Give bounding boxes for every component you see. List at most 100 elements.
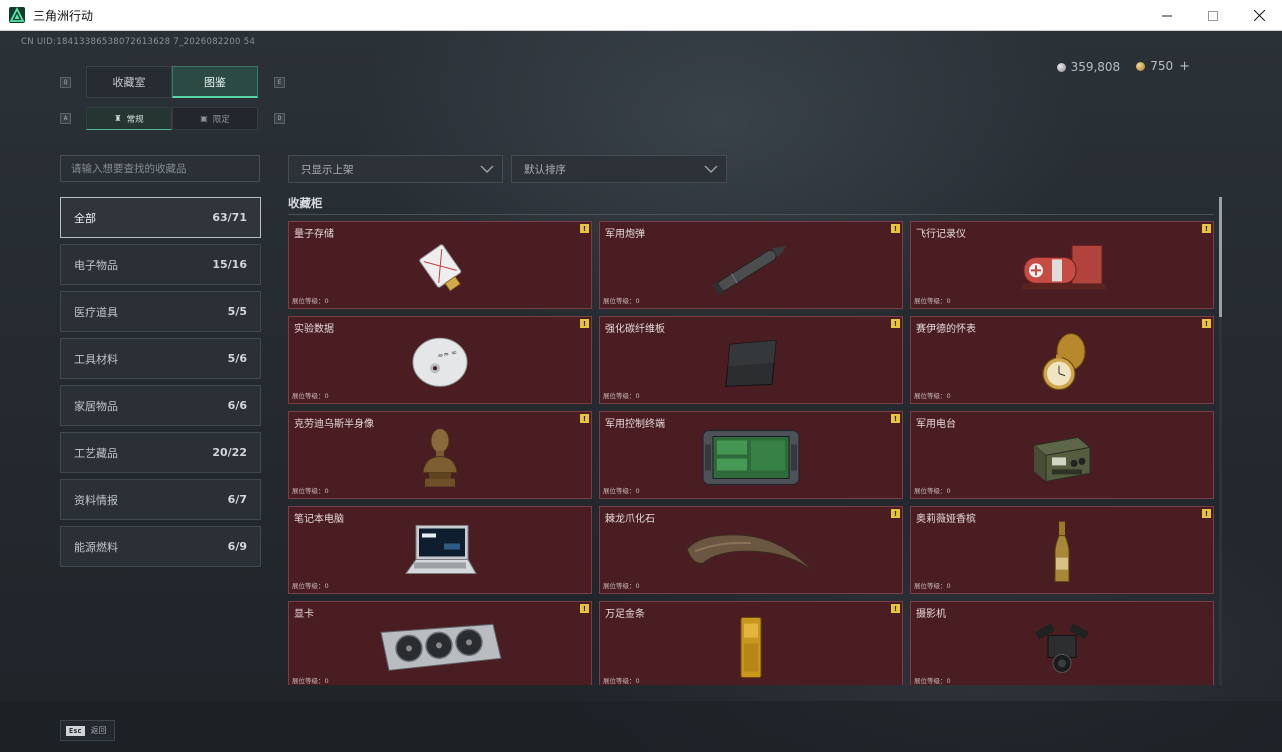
warning-icon: !	[1202, 224, 1211, 233]
player-uid: CN UID:18413386538072613628 7_2026082200…	[21, 37, 256, 47]
window-title-bar: 三角洲行动	[0, 0, 1282, 31]
tab-regular[interactable]: ♜ 常规	[86, 107, 172, 130]
item-card[interactable]: 军用炮弹 ! 展位等级：0	[599, 221, 903, 309]
display-level: 展位等级：0	[914, 392, 951, 400]
bust-icon	[422, 428, 458, 487]
display-level: 展位等级：0	[292, 297, 329, 305]
artillery-shell-icon	[712, 245, 787, 296]
item-card[interactable]: 军用控制终端 ! 展位等级：0	[599, 411, 903, 499]
item-name: 强化碳纤维板	[605, 324, 665, 335]
category-count: 63/71	[212, 211, 247, 224]
bottom-bar	[0, 701, 1282, 752]
sort-dropdown[interactable]: 默认排序	[511, 155, 727, 183]
game-viewport: CN UID:18413386538072613628 7_2026082200…	[0, 31, 1282, 752]
item-card[interactable]: 量子存储 ! 展位等级：0	[288, 221, 592, 309]
window-title: 三角洲行动	[33, 8, 94, 23]
category-household[interactable]: 家居物品 6/6	[60, 385, 261, 426]
tab-collection-room[interactable]: 收藏室	[86, 66, 172, 98]
main-tabs: 收藏室 图鉴	[86, 66, 258, 98]
tablet-terminal-icon	[702, 429, 800, 486]
pocket-watch-icon	[1042, 333, 1086, 391]
display-level: 展位等级：0	[914, 487, 951, 495]
warning-icon: !	[891, 509, 900, 518]
display-level: 展位等级：0	[914, 677, 951, 685]
item-name: 摄影机	[916, 609, 946, 620]
search-input[interactable]	[71, 162, 259, 175]
chevron-down-icon	[480, 165, 494, 173]
maximize-button[interactable]	[1190, 0, 1236, 31]
laptop-icon	[405, 524, 477, 574]
category-count: 6/7	[227, 493, 247, 506]
flight-recorder-icon	[1022, 244, 1106, 290]
gold-amount: 750	[1150, 59, 1174, 73]
item-card[interactable]: 军用电台 展位等级：0	[910, 411, 1214, 499]
item-name: 量子存储	[294, 229, 334, 240]
item-card[interactable]: 赛伊德的怀表 ! 展位等级：0	[910, 316, 1214, 404]
key-hint-d: D	[274, 113, 285, 124]
shelf-filter-label: 只显示上架	[301, 163, 354, 176]
category-label: 工艺藏品	[74, 446, 118, 460]
item-card[interactable]: 克劳迪乌斯半身像 ! 展位等级：0	[288, 411, 592, 499]
item-card[interactable]: 奥莉薇娅香槟 ! 展位等级：0	[910, 506, 1214, 594]
display-level: 展位等级：0	[603, 297, 640, 305]
category-crafts[interactable]: 工艺藏品 20/22	[60, 432, 261, 473]
tab-limited[interactable]: ▣ 限定	[172, 107, 258, 130]
item-card[interactable]: 飞行记录仪 ! 展位等级：0	[910, 221, 1214, 309]
esc-key-icon: Esc	[66, 725, 85, 736]
category-medical[interactable]: 医疗道具 5/5	[60, 291, 261, 332]
graphics-card-icon	[380, 623, 502, 671]
chevron-down-icon	[704, 165, 718, 173]
category-energy[interactable]: 能源燃料 6/9	[60, 526, 261, 567]
tab-catalog[interactable]: 图鉴	[172, 66, 258, 98]
item-card[interactable]: 笔记本电脑 展位等级：0	[288, 506, 592, 594]
item-card[interactable]: 实验数据 ! ≈≈ ∞ 展位等级：0	[288, 316, 592, 404]
display-level: 展位等级：0	[603, 582, 640, 590]
category-count: 15/16	[212, 258, 247, 271]
item-name: 克劳迪乌斯半身像	[294, 419, 374, 430]
item-name: 奥莉薇娅香槟	[916, 514, 976, 525]
back-label: 返回	[90, 726, 107, 735]
item-card[interactable]: 强化碳纤维板 ! 展位等级：0	[599, 316, 903, 404]
category-label: 医疗道具	[74, 305, 118, 319]
category-count: 5/5	[227, 305, 247, 318]
warning-icon: !	[891, 224, 900, 233]
category-electronics[interactable]: 电子物品 15/16	[60, 244, 261, 285]
category-tools[interactable]: 工具材料 5/6	[60, 338, 261, 379]
category-label: 家居物品	[74, 399, 118, 413]
warning-icon: !	[580, 319, 589, 328]
carbon-plate-icon	[725, 339, 777, 387]
collection-grid-viewport: 量子存储 ! 展位等级：0 军用炮弹 ! 展位等级：0 飞行记录仪 ! 展位等级…	[288, 221, 1214, 685]
minimize-icon	[1162, 15, 1172, 16]
item-card[interactable]: 显卡 ! 展位等级：0	[288, 601, 592, 685]
back-button[interactable]: Esc 返回	[60, 720, 115, 741]
warning-icon: !	[1202, 509, 1211, 518]
warning-icon: !	[891, 604, 900, 613]
app-logo-icon	[9, 7, 25, 23]
close-icon	[1253, 10, 1265, 21]
item-name: 万足金条	[605, 609, 645, 620]
item-card[interactable]: 万足金条 ! 展位等级：0	[599, 601, 903, 685]
sort-label: 默认排序	[524, 163, 566, 176]
usb-drive-icon	[419, 244, 462, 292]
shelf-filter-dropdown[interactable]: 只显示上架	[288, 155, 503, 183]
add-currency-icon[interactable]: +	[1179, 59, 1190, 74]
collection-grid: 量子存储 ! 展位等级：0 军用炮弹 ! 展位等级：0 飞行记录仪 ! 展位等级…	[288, 221, 1214, 685]
scrollbar-thumb[interactable]	[1219, 197, 1222, 317]
minimize-button[interactable]	[1144, 0, 1190, 31]
close-button[interactable]	[1236, 0, 1282, 31]
item-card[interactable]: 摄影机 展位等级：0	[910, 601, 1214, 685]
warning-icon: !	[580, 224, 589, 233]
display-level: 展位等级：0	[292, 392, 329, 400]
regular-tab-icon: ♜	[114, 114, 122, 123]
search-field[interactable]	[60, 155, 260, 182]
category-intel[interactable]: 资料情报 6/7	[60, 479, 261, 520]
display-level: 展位等级：0	[292, 582, 329, 590]
currency-display: 359,808 750 +	[1056, 59, 1190, 74]
category-all[interactable]: 全部 63/71	[60, 197, 261, 238]
gold-coin-icon	[1136, 62, 1146, 71]
tab-limited-label: 限定	[212, 114, 230, 125]
warning-icon: !	[580, 604, 589, 613]
display-level: 展位等级：0	[603, 487, 640, 495]
gold-currency[interactable]: 750 +	[1136, 59, 1190, 74]
item-card[interactable]: 棘龙爪化石 ! 展位等级：0	[599, 506, 903, 594]
